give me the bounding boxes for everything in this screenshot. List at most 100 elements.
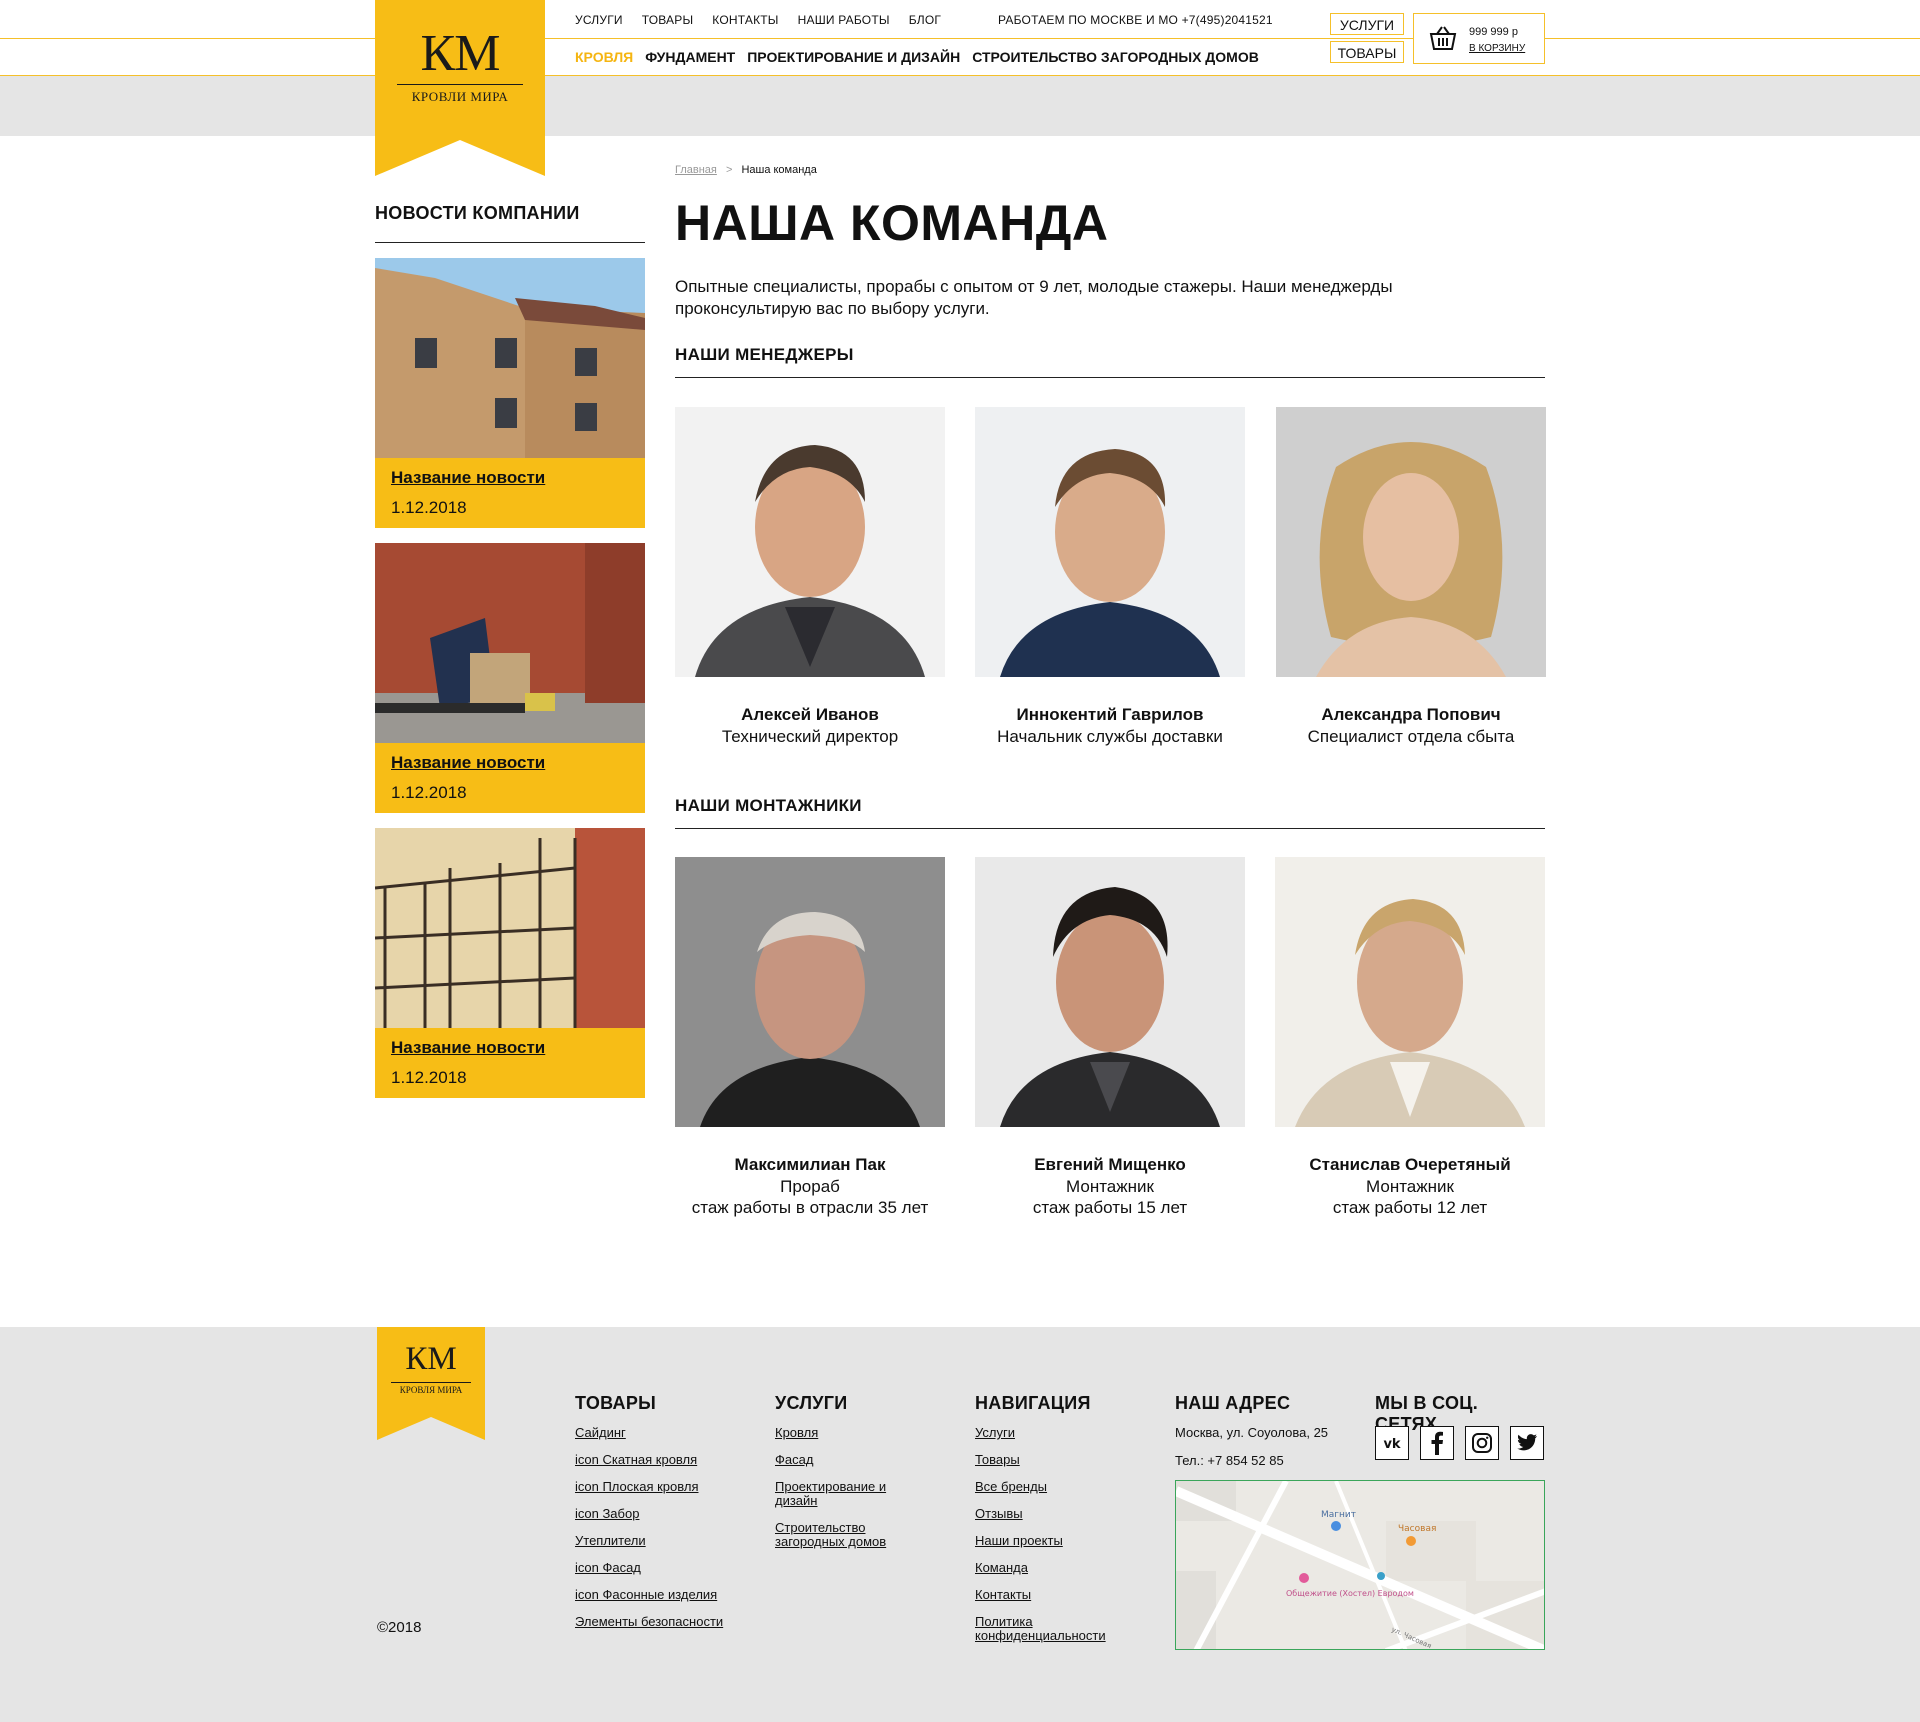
goods-button[interactable]: ТОВАРЫ <box>1330 41 1404 63</box>
footer-services: УСЛУГИ Кровля Фасад Проектирование и диз… <box>775 1393 925 1562</box>
team-card: Иннокентий Гаврилов Начальник службы дос… <box>975 407 1245 747</box>
footer-link[interactable]: Кровля <box>775 1426 925 1440</box>
footer-link[interactable]: Товары <box>975 1453 1125 1467</box>
news-title-link[interactable]: Название новости <box>391 468 545 488</box>
person-name: Александра Попович <box>1321 705 1501 724</box>
footer-logo-subtitle: КРОВЛЯ МИРА <box>399 1385 463 1395</box>
footer-address: НАШ АДРЕС Москва, ул. Соуолова, 25 Тел.:… <box>1175 1393 1355 1482</box>
topnav-works[interactable]: НАШИ РАБОТЫ <box>798 13 890 27</box>
person-photo <box>975 407 1245 677</box>
person-role: Прораб <box>780 1177 840 1196</box>
news-image <box>375 828 645 1028</box>
logo-mark: КМ <box>420 25 501 82</box>
vk-icon[interactable]: vk <box>1375 1426 1409 1460</box>
topnav-goods[interactable]: ТОВАРЫ <box>642 13 694 27</box>
mainnav-country-houses[interactable]: СТРОИТЕЛЬСТВО ЗАГОРОДНЫХ ДОМОВ <box>972 49 1259 65</box>
cart-price: 999 999 р <box>1469 26 1518 38</box>
news-card[interactable]: Название новости 1.12.2018 <box>375 828 645 1098</box>
person-name: Алексей Иванов <box>741 705 879 724</box>
managers-rule <box>675 377 1545 378</box>
page-title: НАША КОМАНДА <box>675 195 1109 251</box>
footer-link[interactable]: Строительство загородных домов <box>775 1521 925 1549</box>
topnav-blog[interactable]: БЛОГ <box>909 13 941 27</box>
news-card[interactable]: Название новости 1.12.2018 <box>375 543 645 813</box>
person-photo <box>975 857 1245 1127</box>
mainnav-foundation[interactable]: ФУНДАМЕНТ <box>645 49 735 65</box>
topnav-services[interactable]: УСЛУГИ <box>575 13 623 27</box>
svg-text:vk: vk <box>1383 1437 1400 1451</box>
site-logo[interactable]: КМ КРОВЛИ МИРА <box>375 0 545 176</box>
footer-link[interactable]: icon Фасад <box>575 1561 755 1575</box>
person-name: Станислав Очеретяный <box>1309 1155 1511 1174</box>
person-name: Иннокентий Гаврилов <box>1016 705 1204 724</box>
footer-link[interactable]: Все бренды <box>975 1480 1125 1494</box>
breadcrumb-home[interactable]: Главная <box>675 164 717 176</box>
footer-address-title: НАШ АДРЕС <box>1175 1393 1291 1413</box>
header-band <box>0 76 1920 136</box>
services-button[interactable]: УСЛУГИ <box>1330 13 1404 35</box>
footer-link[interactable]: Контакты <box>975 1588 1125 1602</box>
person-name: Евгений Мищенко <box>1034 1155 1186 1174</box>
person-photo <box>675 407 945 677</box>
top-nav: УСЛУГИ ТОВАРЫ КОНТАКТЫ НАШИ РАБОТЫ БЛОГ <box>575 13 960 27</box>
footer-link[interactable]: Услуги <box>975 1426 1125 1440</box>
instagram-icon[interactable] <box>1465 1426 1499 1460</box>
logo-rule <box>397 84 523 85</box>
footer-link[interactable]: Команда <box>975 1561 1125 1575</box>
person-experience: стаж работы в отрасли 35 лет <box>691 1198 929 1217</box>
team-card: Станислав Очеретяный Монтажник стаж рабо… <box>1275 857 1545 1218</box>
location-map[interactable]: Магнит Часовая Общежитие (Хостел) Евродо… <box>1175 1480 1545 1650</box>
footer-link[interactable]: icon Фасонные изделия <box>575 1588 755 1602</box>
logo-subtitle: КРОВЛИ МИРА <box>411 89 509 104</box>
footer-logo-rule <box>391 1382 471 1383</box>
footer-link[interactable]: Наши проекты <box>975 1534 1125 1548</box>
footer-link[interactable]: Фасад <box>775 1453 925 1467</box>
map-label: Часовая <box>1398 1524 1436 1534</box>
mainnav-design[interactable]: ПРОЕКТИРОВАНИЕ И ДИЗАЙН <box>747 49 960 65</box>
news-date: 1.12.2018 <box>391 498 467 517</box>
twitter-icon[interactable] <box>1510 1426 1544 1460</box>
footer-link[interactable]: Отзывы <box>975 1507 1125 1521</box>
facebook-icon[interactable] <box>1420 1426 1454 1460</box>
news-title-link[interactable]: Название новости <box>391 1038 545 1058</box>
news-title-link[interactable]: Название новости <box>391 753 545 773</box>
managers-title: НАШИ МЕНЕДЖЕРЫ <box>675 345 854 364</box>
page-lead: Опытные специалисты, прорабы с опытом от… <box>675 277 1393 318</box>
footer-link[interactable]: icon Скатная кровля <box>575 1453 755 1467</box>
person-role: Технический директор <box>721 727 899 746</box>
address-street: Москва, ул. Соуолова, 25 <box>1175 1425 1329 1440</box>
person-role: Монтажник <box>1366 1177 1454 1196</box>
news-date: 1.12.2018 <box>391 783 467 802</box>
cart-widget[interactable]: 999 999 р В КОРЗИНУ <box>1413 13 1545 64</box>
breadcrumb: Главная > Наша команда <box>675 164 817 176</box>
address-phone: Тел.: +7 854 52 85 <box>1175 1453 1284 1468</box>
footer-services-title: УСЛУГИ <box>775 1393 848 1413</box>
footer-logo[interactable]: КМ КРОВЛЯ МИРА <box>377 1327 485 1440</box>
footer-link[interactable]: Политика конфиденциальности <box>975 1615 1125 1643</box>
news-image <box>375 543 645 743</box>
topnav-contacts[interactable]: КОНТАКТЫ <box>712 13 778 27</box>
person-name: Максимилиан Пак <box>734 1155 886 1174</box>
footer-link[interactable]: Элементы безопасности <box>575 1615 755 1629</box>
footer-logo-mark: КМ <box>405 1341 457 1377</box>
news-card[interactable]: Название новости 1.12.2018 <box>375 258 645 528</box>
person-photo <box>1276 407 1546 677</box>
map-label: Магнит <box>1321 1510 1356 1520</box>
footer-goods-title: ТОВАРЫ <box>575 1393 657 1413</box>
news-rule <box>375 242 645 243</box>
copyright: ©2018 <box>377 1619 422 1636</box>
footer-link[interactable]: Проектирование и дизайн <box>775 1480 925 1508</box>
footer-link[interactable]: icon Плоская кровля <box>575 1480 755 1494</box>
mainnav-roof[interactable]: КРОВЛЯ <box>575 49 633 65</box>
installers-rule <box>675 828 1545 829</box>
footer-navigation-title: НАВИГАЦИЯ <box>975 1393 1091 1413</box>
cart-link[interactable]: В КОРЗИНУ <box>1469 43 1525 54</box>
map-label: Общежитие (Хостел) Евродом <box>1286 1589 1414 1598</box>
footer-link[interactable]: icon Забор <box>575 1507 755 1521</box>
footer-link[interactable]: Утеплители <box>575 1534 755 1548</box>
team-card: Евгений Мищенко Монтажник стаж работы 15… <box>975 857 1245 1218</box>
footer-link[interactable]: Сайдинг <box>575 1426 755 1440</box>
person-photo <box>675 857 945 1127</box>
team-card: Алексей Иванов Технический директор <box>675 407 945 747</box>
team-card: Максимилиан Пак Прораб стаж работы в отр… <box>675 857 945 1218</box>
